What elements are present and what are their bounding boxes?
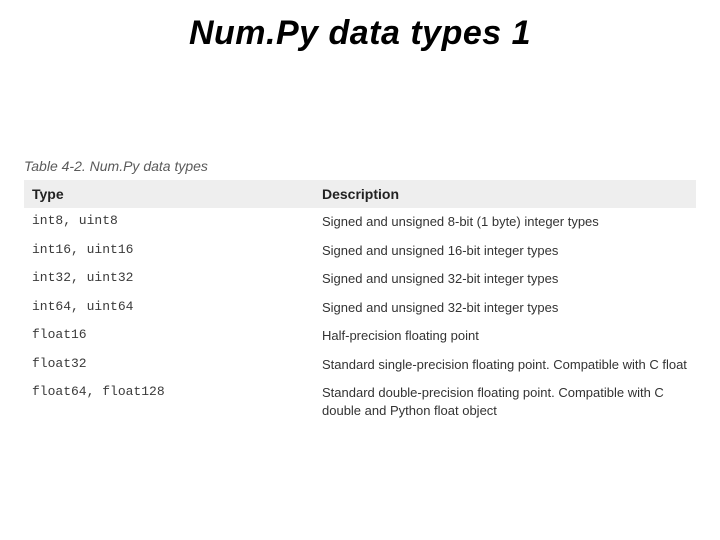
data-types-table: Type Description int8, uint8 Signed and … — [24, 180, 696, 427]
cell-type: int32, uint32 — [24, 270, 314, 288]
cell-desc: Standard single-precision floating point… — [314, 356, 696, 374]
slide: Num.Py data types 1 Table 4-2. Num.Py da… — [0, 0, 720, 540]
page-title: Num.Py data types 1 — [0, 14, 720, 53]
cell-desc: Signed and unsigned 32-bit integer types — [314, 270, 696, 288]
table-caption: Table 4-2. Num.Py data types — [24, 158, 208, 174]
table-row: int16, uint16 Signed and unsigned 16-bit… — [24, 237, 696, 266]
table-row: int64, uint64 Signed and unsigned 32-bit… — [24, 294, 696, 323]
table-row: float16 Half-precision floating point — [24, 322, 696, 351]
col-header-description: Description — [314, 180, 696, 208]
cell-desc: Standard double-precision floating point… — [314, 384, 696, 419]
table-header-row: Type Description — [24, 180, 696, 208]
cell-desc: Signed and unsigned 16-bit integer types — [314, 242, 696, 260]
cell-desc: Signed and unsigned 32-bit integer types — [314, 299, 696, 317]
table-row: int8, uint8 Signed and unsigned 8-bit (1… — [24, 208, 696, 237]
cell-type: int16, uint16 — [24, 242, 314, 260]
col-header-type: Type — [24, 180, 314, 208]
cell-type: float16 — [24, 327, 314, 345]
cell-type: int64, uint64 — [24, 299, 314, 317]
cell-desc: Signed and unsigned 8-bit (1 byte) integ… — [314, 213, 696, 231]
cell-type: float32 — [24, 356, 314, 374]
table-row: float32 Standard single-precision floati… — [24, 351, 696, 380]
table-row: float64, float128 Standard double-precis… — [24, 379, 696, 427]
cell-type: int8, uint8 — [24, 213, 314, 231]
cell-type: float64, float128 — [24, 384, 314, 419]
cell-desc: Half-precision floating point — [314, 327, 696, 345]
table-row: int32, uint32 Signed and unsigned 32-bit… — [24, 265, 696, 294]
